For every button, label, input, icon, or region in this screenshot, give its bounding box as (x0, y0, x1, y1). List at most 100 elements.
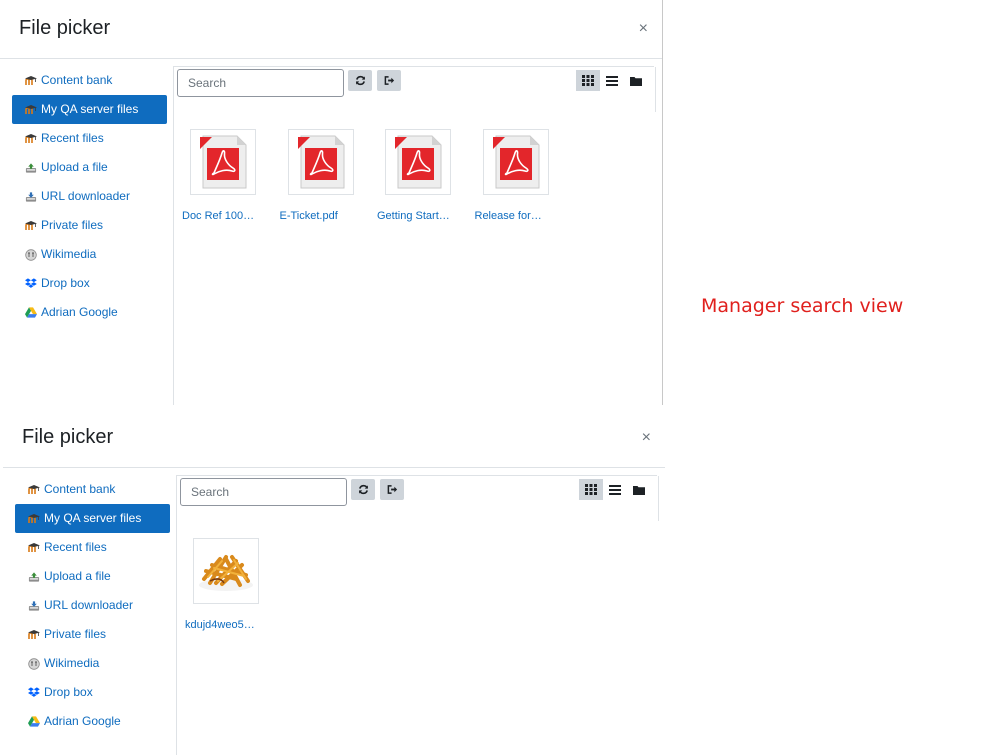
logout-button[interactable] (377, 70, 401, 91)
file-picker-dialog: File picker × Content bank My QA server f… (3, 409, 665, 755)
pdf-thumbnail (287, 129, 354, 195)
file-name: Doc Ref 100… (182, 210, 255, 222)
repository-label: URL downloader (44, 598, 133, 612)
file-item[interactable]: Getting Start… (377, 129, 467, 222)
repository-item-recent-files[interactable]: Recent files (15, 533, 170, 562)
file-item[interactable]: E-Ticket.pdf (280, 129, 370, 222)
file-item[interactable]: Release for… (475, 129, 565, 222)
icon-view-button[interactable] (576, 70, 600, 91)
pdf-icon (492, 135, 539, 189)
search-input[interactable] (180, 478, 347, 506)
moodle-icon (28, 513, 40, 525)
repository-label: Content bank (41, 73, 113, 87)
repository-item-adrian-google[interactable]: Adrian Google (12, 298, 167, 327)
repository-item-drop-box[interactable]: Drop box (12, 269, 167, 298)
wikimedia-icon (25, 248, 37, 261)
close-button[interactable]: × (642, 430, 651, 446)
repository-label: Private files (41, 218, 104, 232)
view-switcher (579, 479, 651, 500)
repository-label: Drop box (41, 276, 90, 290)
file-name: kdujd4weo5… (185, 619, 255, 631)
repository-item-upload-a-file[interactable]: Upload a file (15, 562, 170, 591)
repository-item-content-bank[interactable]: Content bank (12, 66, 167, 95)
folder-icon (633, 485, 645, 495)
repository-label: My QA server files (44, 511, 142, 525)
repository-label: My QA server files (41, 102, 139, 116)
repository-label: URL downloader (41, 189, 130, 203)
folder-icon (630, 76, 642, 86)
dialog-header: File picker × (0, 0, 662, 59)
fries-image (199, 555, 253, 591)
repository-item-wikimedia[interactable]: Wikimedia (15, 649, 170, 678)
refresh-icon (355, 75, 365, 86)
google-drive-icon (28, 716, 40, 728)
upload-icon (28, 571, 40, 583)
list-view-button[interactable] (603, 479, 627, 500)
repository-label: Private files (44, 627, 107, 641)
repository-label: Upload a file (41, 160, 108, 174)
refresh-button[interactable] (348, 70, 372, 91)
file-browser-panel: Doc Ref 100… E-Ticket.pdf Getting Start… Re… (173, 66, 656, 405)
repository-item-private-files[interactable]: Private files (15, 620, 170, 649)
image-thumbnail (193, 538, 259, 604)
url-icon (28, 600, 40, 612)
repository-item-private-files[interactable]: Private files (12, 211, 167, 240)
pdf-thumbnail (482, 129, 549, 195)
list-view-button[interactable] (600, 70, 624, 91)
google-drive-icon (25, 307, 37, 319)
repository-label: Wikimedia (44, 656, 100, 670)
refresh-icon (358, 484, 368, 495)
repository-item-my-qa-server-files[interactable]: My QA server files (12, 95, 167, 124)
repository-list: Content bank My QA server files Recent fil… (15, 475, 170, 736)
moodle-icon (28, 629, 40, 641)
repository-item-wikimedia[interactable]: Wikimedia (12, 240, 167, 269)
repository-item-recent-files[interactable]: Recent files (12, 124, 167, 153)
repository-item-url-downloader[interactable]: URL downloader (12, 182, 167, 211)
moodle-icon (25, 220, 37, 232)
moodle-icon (28, 484, 40, 496)
dropbox-icon (25, 278, 37, 290)
repository-item-content-bank[interactable]: Content bank (15, 475, 170, 504)
tree-view-button[interactable] (627, 479, 651, 500)
repository-label: Adrian Google (41, 305, 118, 319)
file-name: E-Ticket.pdf (279, 210, 338, 222)
repository-item-url-downloader[interactable]: URL downloader (15, 591, 170, 620)
logout-button[interactable] (380, 479, 404, 500)
repository-item-adrian-google[interactable]: Adrian Google (15, 707, 170, 736)
refresh-button[interactable] (351, 479, 375, 500)
repository-item-drop-box[interactable]: Drop box (15, 678, 170, 707)
file-item[interactable]: kdujd4weo5… (185, 538, 275, 631)
grid-icon (582, 75, 594, 86)
wikimedia-icon (28, 657, 40, 670)
file-browser-panel: kdujd4weo5… (176, 475, 659, 755)
repository-item-my-qa-server-files[interactable]: My QA server files (15, 504, 170, 533)
close-button[interactable]: × (639, 21, 648, 37)
dropbox-icon (28, 687, 40, 699)
list-icon (606, 75, 618, 86)
pdf-icon (200, 135, 247, 189)
tree-view-button[interactable] (624, 70, 648, 91)
repository-label: Recent files (41, 131, 104, 145)
pdf-thumbnail (190, 129, 256, 195)
dialog-header: File picker × (3, 409, 665, 468)
file-name: Release for… (474, 210, 542, 222)
list-icon (609, 484, 621, 495)
moodle-icon (25, 75, 37, 87)
pdf-icon (297, 135, 344, 189)
moodle-icon (25, 133, 37, 145)
repository-label: Upload a file (44, 569, 111, 583)
dialog-title: File picker (19, 17, 111, 39)
repository-list: Content bank My QA server files Recent fil… (12, 66, 167, 327)
repository-label: Recent files (44, 540, 107, 554)
file-name: Getting Start… (377, 210, 450, 222)
search-input[interactable] (177, 69, 344, 97)
repository-item-upload-a-file[interactable]: Upload a file (12, 153, 167, 182)
sign-out-icon (387, 485, 397, 494)
annotation-caption: Manager search view (701, 295, 904, 317)
file-item[interactable]: Doc Ref 100… (182, 129, 272, 222)
file-picker-dialog: File picker × Content bank My QA server f… (0, 0, 663, 405)
grid-icon (585, 484, 597, 495)
moodle-icon (25, 104, 37, 116)
icon-view-button[interactable] (579, 479, 603, 500)
pdf-icon (395, 135, 442, 189)
